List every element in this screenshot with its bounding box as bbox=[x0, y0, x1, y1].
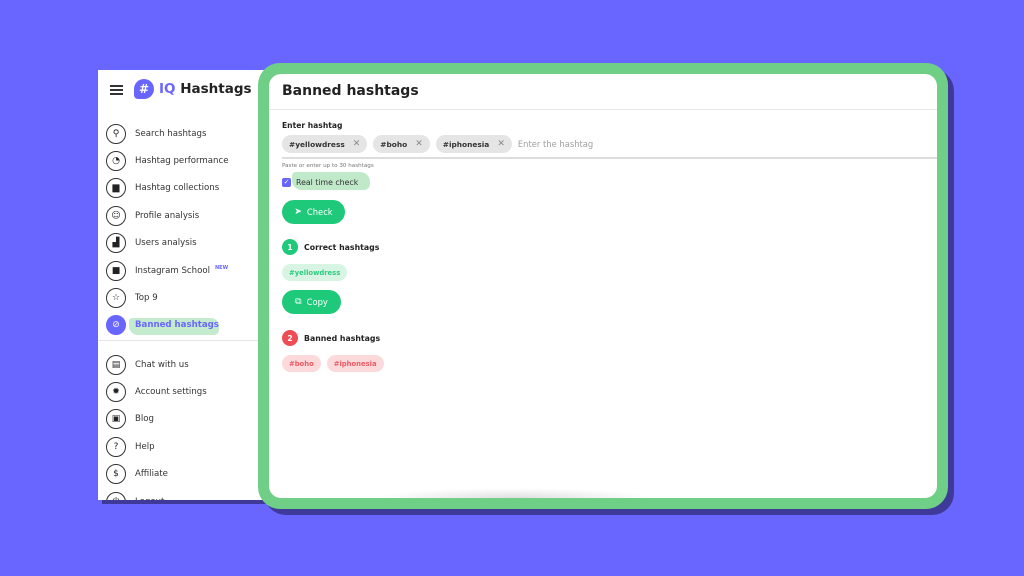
section-title: Banned hashtags bbox=[304, 333, 381, 343]
dollar-icon: $ bbox=[106, 464, 126, 485]
hashtag-chip: #iphonesia ✕ bbox=[435, 135, 512, 153]
realtime-check-toggle[interactable]: ✓ Real time check bbox=[282, 172, 370, 190]
sidebar-item-label: Instagram School NEW bbox=[135, 265, 228, 276]
sidebar-item-label: Affiliate bbox=[135, 469, 168, 480]
sidebar-item-users-analysis[interactable]: ▟ Users analysis bbox=[98, 230, 273, 257]
send-icon: ➤ bbox=[294, 207, 302, 217]
hashtag-input[interactable] bbox=[517, 139, 668, 149]
chip-label: #boho bbox=[380, 139, 408, 149]
gear-icon: ✹ bbox=[106, 382, 126, 403]
sidebar-item-banned-hashtags[interactable]: ⊘ Banned hashtags bbox=[98, 312, 273, 339]
title-divider bbox=[269, 109, 937, 110]
decorative-shadow bbox=[374, 488, 654, 498]
menu-icon[interactable] bbox=[110, 85, 123, 95]
sidebar-item-chat[interactable]: ▤ Chat with us bbox=[98, 351, 273, 378]
chip-label: #iphonesia bbox=[442, 139, 490, 149]
sidebar-item-search-hashtags[interactable]: ⚲ Search hashtags bbox=[98, 120, 273, 147]
sidebar-item-hashtag-performance[interactable]: ◔ Hashtag performance bbox=[98, 147, 273, 174]
banned-hashtags-heading: 2 Banned hashtags bbox=[282, 330, 380, 346]
sidebar-header: # IQ Hashtags bbox=[98, 70, 273, 110]
copy-icon: ⧉ bbox=[295, 297, 302, 307]
close-icon[interactable]: ✕ bbox=[415, 139, 423, 149]
sidebar-item-label: Logout bbox=[135, 497, 164, 500]
sidebar-item-affiliate[interactable]: $ Affiliate bbox=[98, 461, 273, 488]
banned-hashtags-card: Banned hashtags Enter hashtag #yellowdre… bbox=[269, 74, 937, 498]
sidebar-nav: ⚲ Search hashtags ◔ Hashtag performance … bbox=[98, 120, 273, 339]
school-icon: ■ bbox=[106, 260, 126, 281]
close-icon[interactable]: ✕ bbox=[353, 139, 361, 149]
field-label: Enter hashtag bbox=[282, 121, 343, 130]
step-badge: 1 bbox=[282, 239, 298, 255]
hashtag-chip: #boho ✕ bbox=[373, 135, 430, 153]
sidebar-item-label: Hashtag collections bbox=[135, 183, 220, 194]
input-underline bbox=[282, 157, 937, 159]
sidebar-item-label: Account settings bbox=[135, 387, 207, 398]
sidebar-item-hashtag-collections[interactable]: ▆ Hashtag collections bbox=[98, 175, 273, 202]
correct-hashtags-heading: 1 Correct hashtags bbox=[282, 239, 379, 255]
chat-icon: ▤ bbox=[106, 354, 126, 375]
copy-button-label: Copy bbox=[306, 297, 328, 307]
sidebar-bottom-nav: ▤ Chat with us ✹ Account settings ▣ Blog… bbox=[98, 351, 273, 500]
step-badge: 2 bbox=[282, 330, 298, 346]
check-button[interactable]: ➤ Check bbox=[282, 200, 345, 224]
star-icon: ☆ bbox=[106, 288, 126, 309]
sidebar-item-blog[interactable]: ▣ Blog bbox=[98, 406, 273, 433]
correct-hashtags-list: #yellowdress bbox=[282, 264, 348, 281]
sidebar-item-instagram-school[interactable]: ■ Instagram School NEW bbox=[98, 257, 273, 284]
sidebar-item-label: Chat with us bbox=[135, 359, 189, 370]
folder-icon: ▆ bbox=[106, 178, 126, 199]
power-icon: ⏻ bbox=[106, 491, 126, 500]
sidebar-item-label: Top 9 bbox=[135, 293, 158, 304]
sidebar-item-label: Blog bbox=[135, 414, 154, 425]
sidebar-item-logout[interactable]: ⏻ Logout bbox=[98, 488, 273, 500]
sidebar-item-label: Search hashtags bbox=[135, 128, 207, 139]
close-icon[interactable]: ✕ bbox=[497, 139, 505, 149]
chip-label: #yellowdress bbox=[289, 139, 345, 149]
banned-hashtags-list: #boho #iphonesia bbox=[282, 355, 384, 372]
sidebar-item-top-9[interactable]: ☆ Top 9 bbox=[98, 284, 273, 311]
ban-icon: ⊘ bbox=[106, 315, 126, 336]
blog-icon: ▣ bbox=[106, 409, 126, 430]
sidebar-item-label: Profile analysis bbox=[135, 210, 200, 221]
input-hint: Paste or enter up to 30 hashtags bbox=[282, 163, 374, 169]
sidebar-divider bbox=[98, 340, 273, 341]
sidebar-item-label: Banned hashtags bbox=[135, 320, 219, 331]
hashtag-input-field[interactable]: #yellowdress ✕ #boho ✕ #iphonesia ✕ bbox=[282, 135, 668, 153]
sidebar-item-profile-analysis[interactable]: ☺ Profile analysis bbox=[98, 202, 273, 229]
help-icon: ? bbox=[106, 436, 126, 457]
page-title: Banned hashtags bbox=[282, 83, 419, 99]
hashtag-chip: #yellowdress ✕ bbox=[282, 135, 368, 153]
realtime-checkbox[interactable]: ✓ bbox=[282, 177, 291, 187]
sidebar-item-label: Hashtag performance bbox=[135, 156, 229, 167]
face-icon: ☺ bbox=[106, 205, 126, 226]
sidebar-item-account-settings[interactable]: ✹ Account settings bbox=[98, 378, 273, 405]
logo-prefix: IQ bbox=[159, 81, 176, 97]
banned-hashtag-chip: #boho bbox=[282, 355, 321, 372]
sidebar-item-text: Instagram School bbox=[135, 266, 210, 277]
realtime-check-label: Real time check bbox=[296, 177, 359, 187]
logo-text[interactable]: IQ Hashtags bbox=[159, 81, 252, 97]
sidebar-item-help[interactable]: ? Help bbox=[98, 433, 273, 460]
sidebar-item-label: Users analysis bbox=[135, 238, 197, 249]
banned-hashtag-chip: #iphonesia bbox=[326, 355, 384, 372]
new-badge: NEW bbox=[214, 265, 229, 272]
section-title: Correct hashtags bbox=[304, 242, 380, 252]
sidebar: # IQ Hashtags ⚲ Search hashtags ◔ Hashta… bbox=[98, 70, 273, 500]
gauge-icon: ◔ bbox=[106, 151, 126, 172]
main-frame: Banned hashtags Enter hashtag #yellowdre… bbox=[258, 63, 948, 509]
chart-icon: ▟ bbox=[106, 233, 126, 254]
correct-hashtag-chip: #yellowdress bbox=[282, 264, 348, 281]
search-icon: ⚲ bbox=[106, 123, 126, 144]
copy-button[interactable]: ⧉ Copy bbox=[282, 290, 341, 314]
logo-name: Hashtags bbox=[180, 81, 252, 97]
logo-icon: # bbox=[134, 79, 154, 99]
sidebar-item-label: Help bbox=[135, 441, 155, 452]
check-button-label: Check bbox=[306, 207, 333, 217]
